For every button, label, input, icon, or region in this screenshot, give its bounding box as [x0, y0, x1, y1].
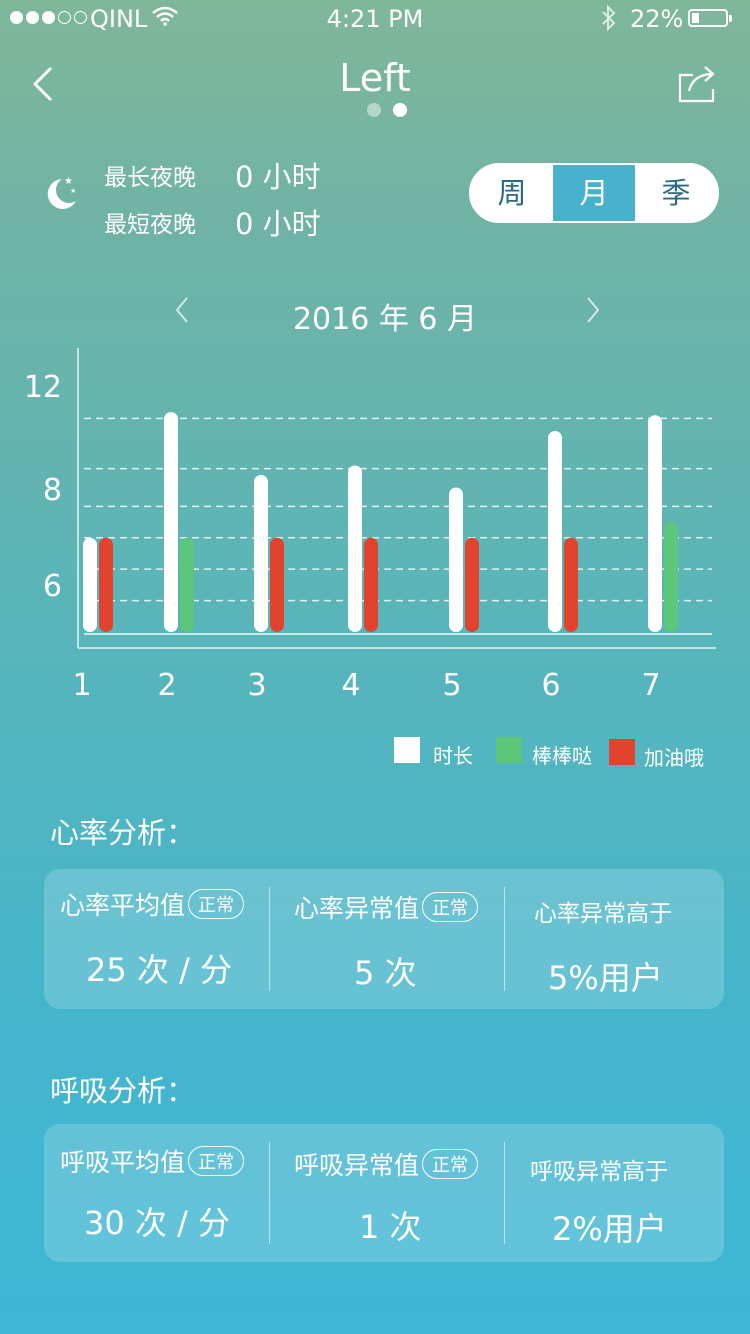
bar-cheer: [465, 537, 479, 632]
breath-abnormal-label: 呼吸异常值 正常: [294, 1146, 479, 1182]
status-bar: QINL 4:21 PM 22%: [0, 0, 750, 40]
breath-section-title: 呼吸分析：: [50, 1074, 196, 1108]
divider: [269, 887, 270, 991]
divider: [269, 1142, 270, 1244]
page-dot-active: [393, 103, 407, 117]
heart-avg-label: 心率平均值 正常: [60, 886, 245, 922]
heart-abnormal-label: 心率异常值 正常: [294, 889, 479, 925]
bar-cheer: [564, 537, 578, 632]
heart-higher-label: 心率异常高于: [534, 901, 672, 927]
legend-label-duration: 时长: [433, 744, 473, 768]
legend-label-great: 棒棒哒: [532, 744, 592, 768]
segment-month[interactable]: 月: [553, 165, 635, 221]
page-indicator: [367, 103, 407, 117]
status-badge: 正常: [188, 1146, 245, 1176]
bar-duration: [348, 465, 362, 632]
x-tick-label: 3: [247, 668, 266, 703]
bar-cheer: [270, 537, 284, 632]
page-title: Left: [339, 56, 411, 100]
y-tick-label: 8: [43, 473, 62, 508]
heart-abnormal-value: 5 次: [354, 954, 417, 992]
period-segmented-control: 周 月 季: [469, 163, 719, 223]
svg-text:★: ★: [70, 187, 76, 195]
bar-duration: [648, 415, 662, 632]
battery-percent: 22%: [630, 5, 684, 33]
status-badge: 正常: [422, 1149, 479, 1179]
breath-avg-value: 30 次 / 分: [84, 1204, 231, 1242]
legend-swatch-cheer: [609, 739, 635, 765]
legend-swatch-great: [496, 737, 522, 763]
segment-week[interactable]: 周: [471, 165, 553, 221]
divider: [504, 1142, 505, 1244]
status-badge: 正常: [422, 892, 479, 922]
longest-night-label: 最长夜晚: [104, 165, 196, 191]
legend-label-cheer: 加油哦: [644, 746, 704, 770]
shortest-night-value: 0 小时: [235, 207, 321, 241]
breath-higher-value: 2%用户: [552, 1210, 667, 1248]
segment-quarter[interactable]: 季: [635, 165, 717, 221]
breath-higher-label: 呼吸异常高于: [530, 1159, 668, 1185]
bar-duration: [548, 430, 562, 632]
breath-analysis-card: 呼吸平均值 正常 30 次 / 分 呼吸异常值 正常 1 次 呼吸异常高于 2%用户: [44, 1124, 724, 1262]
x-tick-label: 5: [442, 668, 461, 703]
y-tick-label: 6: [43, 569, 62, 604]
bar-duration: [254, 474, 268, 632]
status-badge: 正常: [188, 889, 245, 919]
longest-night-value: 0 小时: [235, 160, 321, 194]
moon-icon: ★ ★: [47, 176, 76, 209]
breath-abnormal-label-text: 呼吸异常值: [294, 1151, 420, 1180]
svg-text:★: ★: [64, 176, 73, 187]
y-tick-label: 12: [24, 370, 62, 405]
bar-cheer: [364, 537, 378, 632]
page-dot: [367, 103, 381, 117]
legend-swatch-duration: [394, 737, 420, 763]
heart-analysis-card: 心率平均值 正常 25 次 / 分 心率异常值 正常 5 次 心率异常高于 5%用户: [44, 869, 724, 1009]
battery-icon: [688, 9, 732, 27]
x-tick-label: 7: [641, 668, 660, 703]
bar-duration: [449, 487, 463, 632]
bar-great: [664, 522, 678, 632]
sleep-bar-chart: 68121 2 3 4 5 6 7: [24, 348, 716, 703]
x-tick-label: 1: [72, 668, 91, 703]
next-month-icon[interactable]: [585, 295, 601, 325]
heart-section-title: 心率分析：: [50, 816, 196, 850]
breath-avg-label-text: 呼吸平均值: [60, 1148, 186, 1177]
share-icon[interactable]: [677, 63, 719, 103]
bar-duration: [83, 537, 97, 632]
x-tick-label: 4: [341, 668, 360, 703]
breath-abnormal-value: 1 次: [359, 1208, 422, 1246]
heart-higher-value: 5%用户: [548, 959, 663, 997]
breath-avg-label: 呼吸平均值 正常: [60, 1143, 245, 1179]
x-tick-label: 2: [157, 668, 176, 703]
bar-duration: [164, 412, 178, 632]
heart-avg-value: 25 次 / 分: [86, 951, 233, 989]
divider: [504, 887, 505, 991]
shortest-night-label: 最短夜晚: [104, 212, 196, 238]
bluetooth-icon: [602, 4, 616, 32]
bar-great: [180, 537, 194, 632]
x-tick-label: 6: [541, 668, 560, 703]
heart-abnormal-label-text: 心率异常值: [294, 894, 420, 923]
bar-cheer: [99, 537, 113, 632]
heart-avg-label-text: 心率平均值: [60, 891, 186, 920]
